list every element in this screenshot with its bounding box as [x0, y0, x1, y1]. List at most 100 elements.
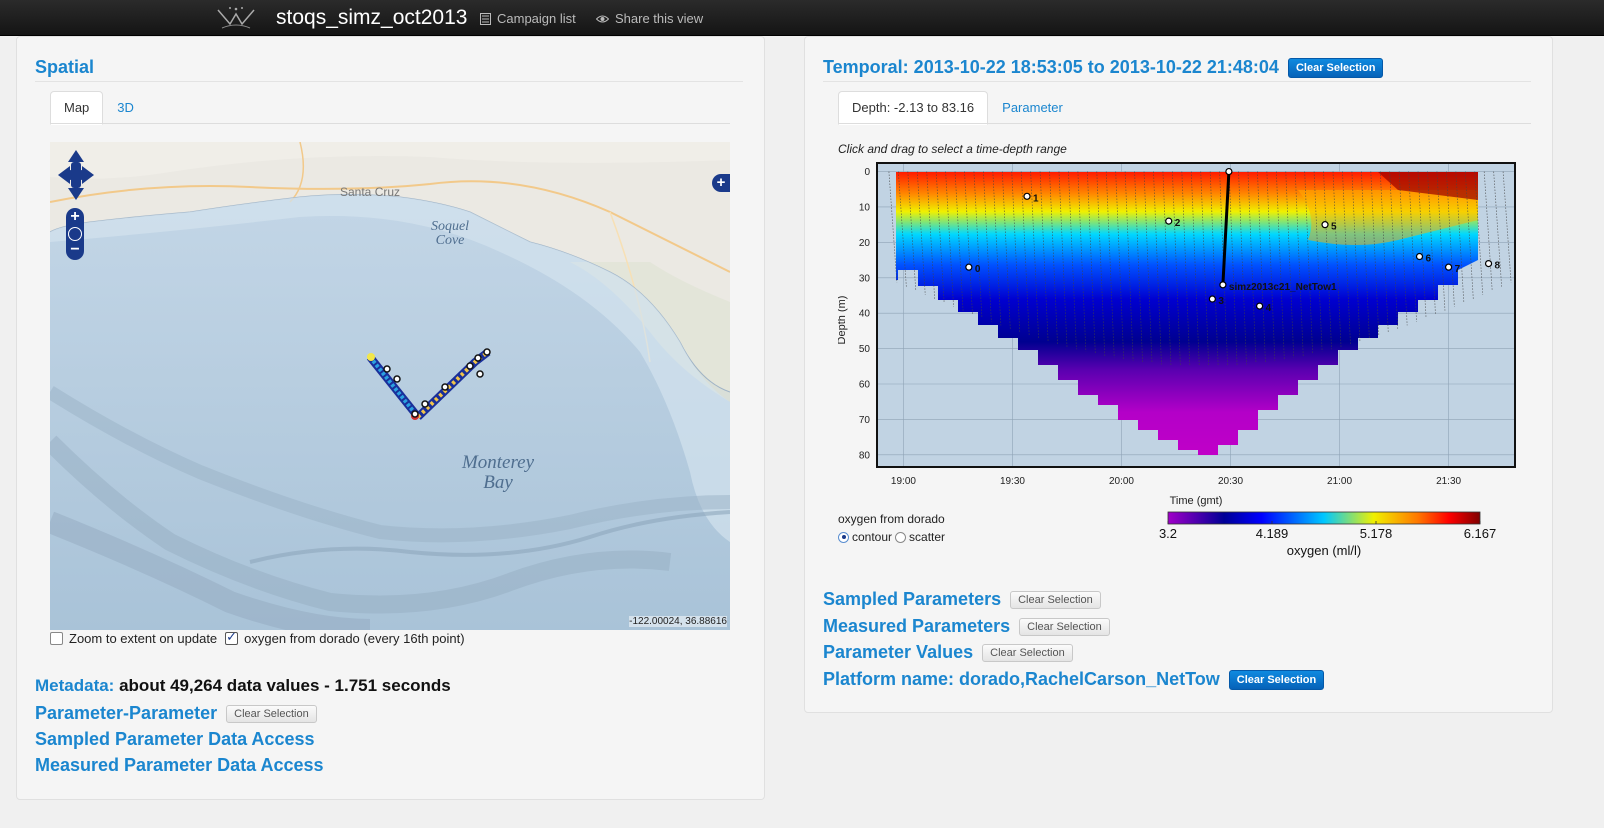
contour-radio[interactable] [838, 531, 849, 543]
selection-hint: Click and drag to select a time-depth ra… [838, 142, 1067, 156]
sample-label: 2 [1175, 218, 1181, 229]
zoom-out-icon[interactable]: − [66, 242, 84, 258]
colorbar-tick-label: 5.178 [1360, 526, 1393, 541]
layer-checkbox[interactable]: ✓ [225, 629, 239, 645]
eye-icon [596, 15, 609, 22]
y-axis-label: Depth (m) [838, 296, 848, 345]
temporal-clear-button[interactable]: Clear Selection [1287, 58, 1384, 79]
spatial-title[interactable]: Spatial [35, 57, 94, 78]
x-axis-label: Time (gmt) [1170, 495, 1223, 507]
zoom-world-icon[interactable] [68, 227, 82, 241]
measured-params-link[interactable]: Measured Parameters [823, 616, 1010, 636]
pan-up-icon [68, 150, 84, 162]
param-values-link[interactable]: Parameter Values [823, 642, 973, 662]
tab-parameter[interactable]: Parameter [988, 91, 1077, 125]
x-axis-ticks: 19:00 19:30 20:00 20:30 21:00 21:30 [891, 476, 1462, 487]
temporal-tabs: Depth: -2.13 to 83.16 Parameter [838, 91, 1077, 125]
mbari-logo[interactable] [216, 4, 256, 31]
x-tick-label: 19:30 [1000, 476, 1025, 487]
sample-label: 7 [1455, 264, 1461, 275]
y-tick-label: 60 [859, 379, 871, 390]
temporal-tabs-underline [838, 123, 1531, 124]
platform-link[interactable]: Platform name: dorado,RachelCarson_NetTo… [823, 669, 1220, 689]
plot-type-radios: contour scatter [838, 530, 945, 544]
colorbar [1167, 511, 1481, 525]
param-values-clear-button[interactable]: Clear Selection [982, 644, 1073, 663]
colorbar-tick-label: 6.167 [1464, 526, 1497, 541]
share-view-link[interactable]: Share this view [596, 11, 703, 26]
param-param-header: Parameter-Parameter Clear Selection [35, 703, 317, 724]
sampled-params-header: Sampled Parameters Clear Selection [823, 589, 1101, 610]
tab-3d[interactable]: 3D [103, 91, 148, 125]
colorbar-tick-label: 4.189 [1256, 526, 1289, 541]
spatial-tabs: Map 3D [50, 91, 148, 125]
sampled-clear-button[interactable]: Clear Selection [1010, 591, 1101, 610]
sample-marker [1444, 263, 1453, 271]
pan-control [58, 150, 94, 205]
tab-map[interactable]: Map [50, 91, 104, 125]
y-tick-label: 50 [859, 344, 871, 355]
tabs-underline [50, 123, 730, 124]
map-coordinates: -122.00024, 36.88616 [629, 616, 727, 627]
colorbar-tick-label: 3.2 [1159, 526, 1177, 541]
sampled-params-link[interactable]: Sampled Parameters [823, 589, 1001, 609]
spatial-divider [35, 81, 743, 82]
zoom-in-icon[interactable]: + [66, 209, 84, 225]
sample-marker [1165, 217, 1173, 225]
metadata-line: Metadata: about 49,264 data values - 1.7… [35, 676, 451, 696]
y-axis-ticks: 0 10 20 30 40 50 60 70 80 [859, 167, 871, 461]
sample-label: 1 [1033, 193, 1039, 204]
x-tick-label: 19:00 [891, 476, 916, 487]
pan-down-icon [68, 188, 84, 200]
campaign-title[interactable]: stoqs_simz_oct2013 [276, 6, 467, 30]
y-tick-label: 30 [859, 273, 871, 284]
campaign-list-label: Campaign list [497, 11, 576, 26]
y-tick-label: 10 [859, 202, 871, 213]
sampled-access-link[interactable]: Sampled Parameter Data Access [35, 729, 314, 750]
measured-clear-button[interactable]: Clear Selection [1019, 618, 1110, 637]
colorbar-label: oxygen (ml/l) [1287, 543, 1361, 558]
scatter-radio[interactable] [895, 531, 907, 543]
sample-marker [1484, 260, 1493, 268]
radio-dot-icon [841, 535, 846, 539]
temporal-divider [823, 81, 1531, 82]
share-view-label: Share this view [615, 11, 704, 26]
net-tow-label: simz2013c21_NetTow1 [1229, 282, 1337, 293]
param-values-header: Parameter Values Clear Selection [823, 642, 1073, 663]
contour-label[interactable]: contour [852, 530, 892, 544]
map-view[interactable]: Santa Cruz Soquel Cove Monterey Bay + − … [50, 142, 730, 630]
depth-time-chart[interactable]: 01020304050607080 19:00 19:30 20:00 20:30 21… [838, 160, 1528, 560]
zoom-control: + − [66, 208, 84, 260]
sample-marker [1415, 252, 1424, 261]
platform-clear-button[interactable]: Clear Selection [1228, 670, 1325, 691]
plot-title: oxygen from dorado [838, 512, 945, 526]
svg-text:SoquelCove: Soquel Cove [431, 219, 469, 248]
zoom-extent-label[interactable]: Zoom to extent on update [69, 631, 217, 646]
sample-marker [1208, 295, 1216, 303]
param-param-link[interactable]: Parameter-Parameter [35, 703, 217, 723]
list-icon [480, 12, 491, 25]
y-tick-label: 80 [859, 450, 871, 461]
temporal-header: Temporal: 2013-10-22 18:53:05 to 2013-10… [823, 57, 1384, 79]
layer-switcher-icon[interactable]: + [712, 174, 730, 192]
net-tow-start-marker [1225, 167, 1233, 176]
temporal-title[interactable]: Temporal: 2013-10-22 18:53:05 to 2013-10… [823, 57, 1279, 77]
layer-label[interactable]: oxygen from dorado (every 16th point) [244, 631, 464, 646]
sample-marker [1023, 192, 1031, 200]
sample-label: 5 [1331, 222, 1337, 233]
map-basemap: Santa Cruz Soquel Cove Monterey Bay [50, 142, 730, 630]
net-tow-end-marker [1219, 281, 1227, 289]
zoom-extent-checkbox[interactable] [50, 632, 63, 645]
metadata-label[interactable]: Metadata: [35, 676, 114, 695]
sample-label: 6 [1426, 254, 1432, 265]
sample-marker [965, 263, 973, 271]
sample-marker [1256, 302, 1264, 310]
param-param-clear-button[interactable]: Clear Selection [226, 705, 317, 724]
map-options: Zoom to extent on update ✓ oxygen from d… [50, 629, 465, 646]
platform-header: Platform name: dorado,RachelCarson_NetTo… [823, 669, 1325, 691]
tab-depth[interactable]: Depth: -2.13 to 83.16 [838, 91, 989, 125]
scatter-label[interactable]: scatter [909, 530, 945, 544]
check-icon: ✓ [226, 629, 238, 644]
measured-access-link[interactable]: Measured Parameter Data Access [35, 755, 324, 776]
campaign-list-link[interactable]: Campaign list [480, 11, 576, 26]
